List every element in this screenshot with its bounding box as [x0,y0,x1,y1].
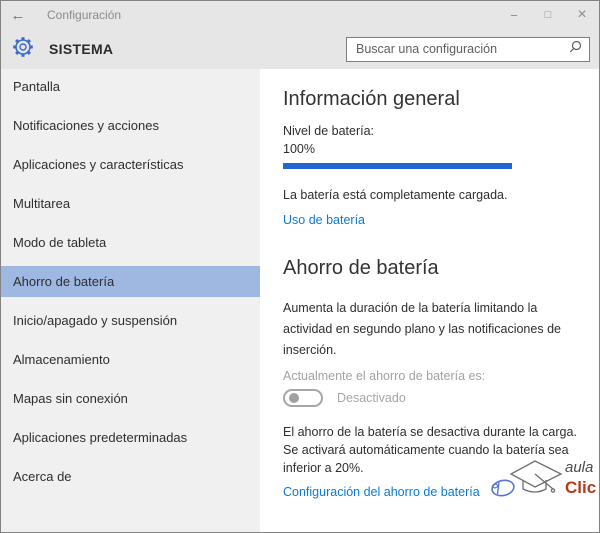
battery-level-label: Nivel de batería: 100% [283,122,581,158]
main-panel: Información general Nivel de batería: 10… [260,69,599,533]
sidebar: Pantalla Notificaciones y acciones Aplic… [1,69,260,533]
maximize-button[interactable]: □ [531,1,565,29]
logo-text-clic: Clic [565,478,596,497]
saver-toggle-row: Desactivado [283,388,581,408]
search-box [346,37,590,62]
window-controls: − □ × [497,1,599,29]
page-header: SISTEMA [1,29,599,69]
sidebar-item-inicio-apagado[interactable]: Inicio/apagado y suspensión [1,305,260,336]
search-icon[interactable] [569,40,582,58]
logo-text-aula: aula [565,459,593,476]
minimize-icon: − [510,8,518,23]
minimize-button[interactable]: − [497,1,531,29]
battery-level-value: 100% [283,140,581,158]
battery-progress-fill [283,163,512,169]
battery-usage-link[interactable]: Uso de batería [283,211,365,229]
sidebar-item-pantalla[interactable]: Pantalla [1,71,260,102]
saver-settings-link[interactable]: Configuración del ahorro de batería [283,483,480,501]
sidebar-item-aplicaciones-predeterminadas[interactable]: Aplicaciones predeterminadas [1,422,260,453]
window-title: Configuración [47,8,497,22]
mouse-icon [491,478,516,497]
sidebar-item-almacenamiento[interactable]: Almacenamiento [1,344,260,375]
toggle-knob [289,393,299,403]
aulaclic-logo: aula Clic [489,451,597,508]
titlebar: ← Configuración − □ × [1,1,599,29]
sidebar-item-aplicaciones-caracteristicas[interactable]: Aplicaciones y características [1,149,260,180]
back-arrow-icon: ← [11,7,26,24]
sidebar-item-notificaciones[interactable]: Notificaciones y acciones [1,110,260,141]
sidebar-item-multitarea[interactable]: Multitarea [1,188,260,219]
saver-current-state-label: Actualmente el ahorro de batería es: [283,368,581,385]
battery-status-text: La batería está completamente cargada. [283,186,581,204]
section-heading-info: Información general [283,86,581,112]
battery-saver-toggle[interactable] [283,389,323,407]
maximize-icon: □ [545,9,552,21]
section-heading-saver: Ahorro de batería [283,255,581,281]
sidebar-item-ahorro-bateria[interactable]: Ahorro de batería [1,266,260,297]
sidebar-item-acerca-de[interactable]: Acerca de [1,461,260,492]
toggle-state-label: Desactivado [337,391,406,405]
back-button[interactable]: ← [1,7,35,24]
close-button[interactable]: × [565,1,599,29]
settings-window: ← Configuración − □ × [0,0,600,533]
content-area: Pantalla Notificaciones y acciones Aplic… [1,69,599,533]
search-input[interactable] [347,42,569,56]
close-icon: × [577,6,586,24]
page-title: SISTEMA [49,41,346,57]
gear-icon [12,36,34,63]
sidebar-item-modo-tableta[interactable]: Modo de tableta [1,227,260,258]
battery-level-text: Nivel de batería: [283,122,581,140]
graduation-cap-icon [511,461,561,492]
battery-progress-bar [283,163,512,169]
sidebar-item-mapas[interactable]: Mapas sin conexión [1,383,260,414]
saver-description: Aumenta la duración de la batería limita… [283,298,581,361]
